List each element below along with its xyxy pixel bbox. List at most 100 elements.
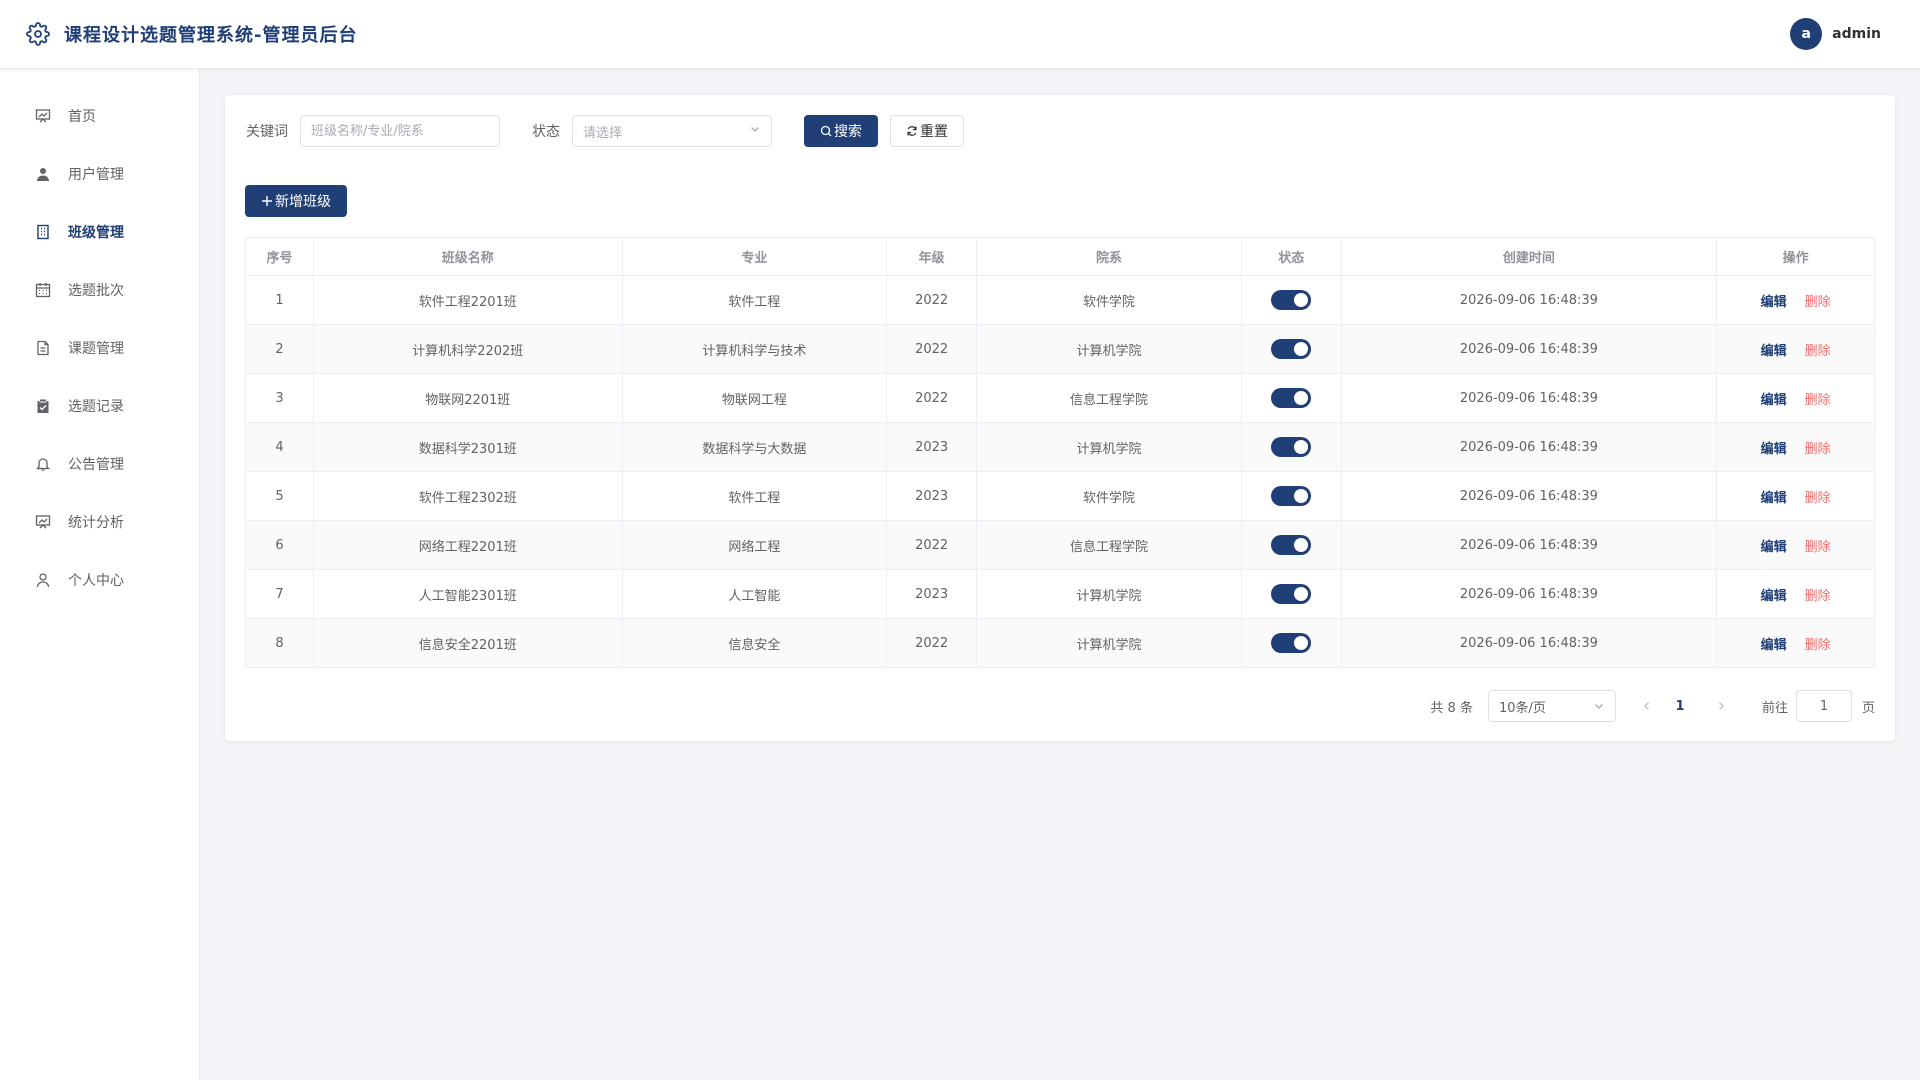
cell-actions: 编辑 删除	[1717, 276, 1874, 324]
status-toggle[interactable]	[1271, 290, 1312, 310]
add-class-button[interactable]: 新增班级	[245, 185, 347, 217]
delete-link[interactable]: 删除	[1805, 389, 1831, 408]
cell-dept: 计算机学院	[977, 619, 1242, 667]
cell-name: 计算机科学2202班	[314, 325, 623, 373]
edit-link[interactable]: 编辑	[1761, 634, 1787, 653]
status-toggle[interactable]	[1271, 584, 1312, 604]
refresh-icon	[906, 125, 920, 137]
status-toggle[interactable]	[1271, 437, 1312, 457]
avatar[interactable]: a	[1790, 18, 1823, 50]
edit-link[interactable]: 编辑	[1761, 585, 1787, 604]
cell-no: 3	[246, 374, 314, 422]
cell-created: 2026-09-06 16:48:39	[1342, 521, 1718, 569]
prev-page-button[interactable]	[1634, 701, 1660, 711]
class-management-card: 关键词 状态 请选择 搜索 重置 新增班级	[225, 95, 1895, 741]
sidebar-item-records[interactable]: 选题记录	[0, 377, 199, 435]
cell-actions: 编辑 删除	[1717, 423, 1874, 471]
cell-actions: 编辑 删除	[1717, 619, 1874, 667]
edit-link[interactable]: 编辑	[1761, 389, 1787, 408]
cell-status	[1242, 325, 1342, 373]
reset-button[interactable]: 重置	[890, 115, 964, 147]
status-toggle[interactable]	[1271, 535, 1312, 555]
sidebar-item-classes[interactable]: 班级管理	[0, 203, 199, 261]
edit-link[interactable]: 编辑	[1761, 536, 1787, 555]
delete-link[interactable]: 删除	[1805, 585, 1831, 604]
cell-grade: 2022	[887, 619, 978, 667]
cell-created: 2026-09-06 16:48:39	[1342, 570, 1718, 618]
sidebar-item-label: 用户管理	[68, 167, 124, 183]
top-header: 课程设计选题管理系统-管理员后台 a admin	[0, 0, 1920, 69]
sidebar-item-announcements[interactable]: 公告管理	[0, 435, 199, 493]
goto-label: 前往	[1761, 700, 1788, 716]
delete-link[interactable]: 删除	[1805, 291, 1831, 310]
cell-name: 物联网2201班	[314, 374, 623, 422]
building-icon	[34, 223, 52, 241]
cell-grade: 2023	[887, 472, 978, 520]
edit-link[interactable]: 编辑	[1761, 291, 1787, 310]
page-suffix: 页	[1861, 700, 1875, 716]
search-button[interactable]: 搜索	[804, 115, 878, 147]
cell-actions: 编辑 删除	[1717, 570, 1874, 618]
page-number-current[interactable]: 1	[1670, 699, 1690, 714]
delete-link[interactable]: 删除	[1805, 438, 1831, 457]
reset-button-label: 重置	[920, 124, 948, 140]
cell-status	[1242, 374, 1342, 422]
status-toggle[interactable]	[1271, 339, 1312, 359]
search-form: 关键词 状态 请选择 搜索 重置	[246, 115, 964, 147]
search-icon	[820, 125, 834, 137]
cell-created: 2026-09-06 16:48:39	[1342, 619, 1718, 667]
goto-page-input[interactable]: 1	[1795, 690, 1852, 722]
cell-no: 5	[246, 472, 314, 520]
user-icon	[34, 165, 52, 183]
sidebar-item-batches[interactable]: 选题批次	[0, 261, 199, 319]
edit-link[interactable]: 编辑	[1761, 487, 1787, 506]
page-size-select[interactable]: 10条/页	[1487, 690, 1616, 722]
delete-link[interactable]: 删除	[1805, 634, 1831, 653]
keyword-input[interactable]	[311, 123, 489, 139]
column-header: 年级	[887, 238, 978, 275]
status-toggle[interactable]	[1271, 633, 1312, 653]
sidebar-item-profile[interactable]: 个人中心	[0, 551, 199, 609]
delete-link[interactable]: 删除	[1805, 487, 1831, 506]
column-header: 班级名称	[314, 238, 623, 275]
next-page-button[interactable]	[1708, 701, 1734, 711]
user-menu[interactable]: a admin	[1790, 18, 1881, 50]
status-select[interactable]: 请选择	[572, 115, 772, 147]
username[interactable]: admin	[1832, 26, 1881, 42]
cell-name: 人工智能2301班	[314, 570, 623, 618]
chart-icon	[34, 513, 52, 531]
cell-dept: 信息工程学院	[977, 521, 1242, 569]
cell-status	[1242, 276, 1342, 324]
class-table: 序号 班级名称 专业 年级 院系 状态 创建时间 操作 1 软件工程2201班 …	[245, 237, 1875, 668]
table-row: 5 软件工程2302班 软件工程 2023 软件学院 2026-09-06 16…	[246, 472, 1874, 521]
status-label: 状态	[532, 124, 560, 140]
sidebar-item-label: 选题记录	[68, 399, 124, 415]
edit-link[interactable]: 编辑	[1761, 438, 1787, 457]
sidebar-item-home[interactable]: 首页	[0, 87, 199, 145]
table-row: 6 网络工程2201班 网络工程 2022 信息工程学院 2026-09-06 …	[246, 521, 1874, 570]
total-count: 共 8 条	[1430, 700, 1473, 716]
sidebar-item-statistics[interactable]: 统计分析	[0, 493, 199, 551]
status-toggle[interactable]	[1271, 388, 1312, 408]
chevron-down-icon	[749, 123, 761, 139]
cell-major: 软件工程	[623, 276, 888, 324]
keyword-input-wrapper[interactable]	[300, 115, 500, 147]
sidebar-item-topics[interactable]: 课题管理	[0, 319, 199, 377]
delete-link[interactable]: 删除	[1805, 536, 1831, 555]
search-button-label: 搜索	[834, 124, 862, 140]
cell-created: 2026-09-06 16:48:39	[1342, 276, 1718, 324]
table-row: 7 人工智能2301班 人工智能 2023 计算机学院 2026-09-06 1…	[246, 570, 1874, 619]
cell-status	[1242, 521, 1342, 569]
app-title: 课程设计选题管理系统-管理员后台	[64, 25, 358, 46]
cell-actions: 编辑 删除	[1717, 374, 1874, 422]
cell-name: 信息安全2201班	[314, 619, 623, 667]
table-row: 1 软件工程2201班 软件工程 2022 软件学院 2026-09-06 16…	[246, 276, 1874, 325]
edit-link[interactable]: 编辑	[1761, 340, 1787, 359]
status-toggle[interactable]	[1271, 486, 1312, 506]
column-header: 创建时间	[1342, 238, 1718, 275]
sidebar-item-label: 个人中心	[68, 573, 124, 589]
sidebar-item-users[interactable]: 用户管理	[0, 145, 199, 203]
cell-dept: 计算机学院	[977, 423, 1242, 471]
sidebar-item-label: 选题批次	[68, 283, 124, 299]
delete-link[interactable]: 删除	[1805, 340, 1831, 359]
